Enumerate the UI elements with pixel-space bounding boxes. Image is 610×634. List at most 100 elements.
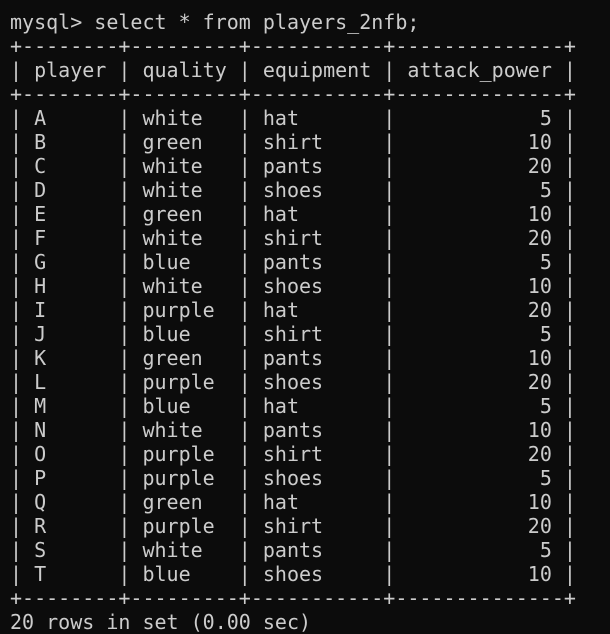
table-row: | F | white | shirt | 20 | bbox=[10, 226, 576, 250]
cell-equipment: shirt bbox=[250, 226, 384, 250]
table-row: | D | white | shoes | 5 | bbox=[10, 178, 576, 202]
cell-player: J bbox=[22, 322, 119, 346]
table-row: | M | blue | hat | 5 | bbox=[10, 394, 576, 418]
table-row: | C | white | pants | 20 | bbox=[10, 154, 576, 178]
table-row: | T | blue | shoes | 10 | bbox=[10, 562, 576, 586]
table-row: | J | blue | shirt | 5 | bbox=[10, 322, 576, 346]
cell-quality: white bbox=[130, 226, 239, 250]
table-border: +--------+---------+-----------+--------… bbox=[10, 82, 576, 106]
table-row: | N | white | pants | 10 | bbox=[10, 418, 576, 442]
cell-equipment: hat bbox=[250, 202, 384, 226]
cell-equipment: pants bbox=[250, 418, 384, 442]
table-row: | B | green | shirt | 10 | bbox=[10, 130, 576, 154]
cell-quality: purple bbox=[130, 514, 239, 538]
cell-quality: green bbox=[130, 130, 239, 154]
cell-attack_power: 20 bbox=[395, 298, 564, 322]
cell-equipment: hat bbox=[250, 298, 384, 322]
cell-equipment: shirt bbox=[250, 322, 384, 346]
cell-attack_power: 20 bbox=[395, 514, 564, 538]
cell-player: O bbox=[22, 442, 119, 466]
cell-player: F bbox=[22, 226, 119, 250]
table-row: | I | purple | hat | 20 | bbox=[10, 298, 576, 322]
table-row: | R | purple | shirt | 20 | bbox=[10, 514, 576, 538]
table-row: | K | green | pants | 10 | bbox=[10, 346, 576, 370]
cell-quality: white bbox=[130, 538, 239, 562]
cell-player: G bbox=[22, 250, 119, 274]
column-header-quality: quality bbox=[130, 58, 239, 82]
cell-equipment: shoes bbox=[250, 274, 384, 298]
cell-attack_power: 10 bbox=[395, 346, 564, 370]
cell-quality: white bbox=[130, 274, 239, 298]
cell-equipment: hat bbox=[250, 490, 384, 514]
cell-attack_power: 20 bbox=[395, 154, 564, 178]
cell-player: K bbox=[22, 346, 119, 370]
cell-player: D bbox=[22, 178, 119, 202]
cell-player: S bbox=[22, 538, 119, 562]
table-row: | H | white | shoes | 10 | bbox=[10, 274, 576, 298]
cell-equipment: pants bbox=[250, 250, 384, 274]
cell-quality: green bbox=[130, 202, 239, 226]
cell-quality: blue bbox=[130, 322, 239, 346]
cell-equipment: shoes bbox=[250, 370, 384, 394]
terminal-window[interactable]: mysql> select * from players_2nfb; +----… bbox=[10, 10, 605, 634]
cell-attack_power: 5 bbox=[395, 250, 564, 274]
cell-player: C bbox=[22, 154, 119, 178]
result-table: +--------+---------+-----------+--------… bbox=[10, 34, 605, 610]
table-row: | Q | green | hat | 10 | bbox=[10, 490, 576, 514]
cell-equipment: shoes bbox=[250, 178, 384, 202]
cell-equipment: pants bbox=[250, 538, 384, 562]
table-header-row: | player | quality | equipment | attack_… bbox=[10, 58, 576, 82]
cell-attack_power: 5 bbox=[395, 538, 564, 562]
cell-player: A bbox=[22, 106, 119, 130]
cell-attack_power: 10 bbox=[395, 490, 564, 514]
table-row: | O | purple | shirt | 20 | bbox=[10, 442, 576, 466]
cell-attack_power: 20 bbox=[395, 370, 564, 394]
cell-quality: green bbox=[130, 346, 239, 370]
cell-equipment: hat bbox=[250, 394, 384, 418]
table-row: | A | white | hat | 5 | bbox=[10, 106, 576, 130]
cell-quality: green bbox=[130, 490, 239, 514]
cell-equipment: shoes bbox=[250, 562, 384, 586]
cell-equipment: shoes bbox=[250, 466, 384, 490]
cell-quality: white bbox=[130, 418, 239, 442]
table-row: | L | purple | shoes | 20 | bbox=[10, 370, 576, 394]
result-footer: 20 rows in set (0.00 sec) bbox=[10, 610, 312, 634]
cell-quality: blue bbox=[130, 394, 239, 418]
cell-player: Q bbox=[22, 490, 119, 514]
cell-player: B bbox=[22, 130, 119, 154]
cell-attack_power: 5 bbox=[395, 466, 564, 490]
cell-quality: white bbox=[130, 154, 239, 178]
cell-quality: blue bbox=[130, 562, 239, 586]
cell-player: R bbox=[22, 514, 119, 538]
cell-attack_power: 10 bbox=[395, 274, 564, 298]
table-row: | P | purple | shoes | 5 | bbox=[10, 466, 576, 490]
cell-quality: purple bbox=[130, 298, 239, 322]
cell-equipment: shirt bbox=[250, 442, 384, 466]
cell-player: T bbox=[22, 562, 119, 586]
mysql-prompt: mysql> bbox=[10, 10, 83, 34]
cell-attack_power: 10 bbox=[395, 202, 564, 226]
cell-equipment: shirt bbox=[250, 130, 384, 154]
cell-quality: purple bbox=[130, 466, 239, 490]
cell-attack_power: 10 bbox=[395, 130, 564, 154]
table-row: | G | blue | pants | 5 | bbox=[10, 250, 576, 274]
cell-attack_power: 10 bbox=[395, 418, 564, 442]
cell-quality: blue bbox=[130, 250, 239, 274]
cell-quality: purple bbox=[130, 442, 239, 466]
column-header-player: player bbox=[22, 58, 119, 82]
cell-player: H bbox=[22, 274, 119, 298]
cell-attack_power: 10 bbox=[395, 562, 564, 586]
table-row: | E | green | hat | 10 | bbox=[10, 202, 576, 226]
cell-quality: white bbox=[130, 106, 239, 130]
cell-attack_power: 20 bbox=[395, 442, 564, 466]
command-line: mysql> select * from players_2nfb; bbox=[10, 10, 605, 34]
table-row: | S | white | pants | 5 | bbox=[10, 538, 576, 562]
cell-player: L bbox=[22, 370, 119, 394]
cell-attack_power: 5 bbox=[395, 394, 564, 418]
cell-equipment: shirt bbox=[250, 514, 384, 538]
cell-equipment: pants bbox=[250, 346, 384, 370]
column-header-attack_power: attack_power bbox=[395, 58, 564, 82]
cell-attack_power: 5 bbox=[395, 178, 564, 202]
cell-quality: purple bbox=[130, 370, 239, 394]
cell-player: I bbox=[22, 298, 119, 322]
